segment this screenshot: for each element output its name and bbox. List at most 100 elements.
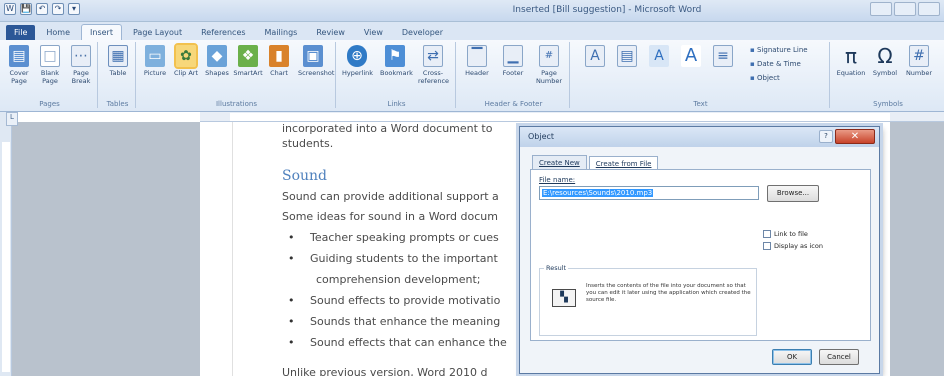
number-button[interactable]: # Number (904, 45, 934, 77)
close-window-button[interactable] (918, 2, 940, 16)
doc-bullet-item: Sounds that enhance the meaning (288, 315, 500, 328)
maximize-button[interactable] (894, 2, 916, 16)
footer-icon: ▁ (503, 45, 523, 67)
object-button[interactable]: Object (750, 74, 780, 82)
symbol-button[interactable]: Ω Symbol (870, 45, 900, 77)
table-icon: ▦ (108, 45, 128, 67)
vertical-ruler (0, 112, 12, 376)
minimize-button[interactable] (870, 2, 892, 16)
group-symbols: π Equation Ω Symbol # Number Symbols (834, 42, 942, 108)
picture-label: Picture (143, 69, 167, 77)
number-label: Number (905, 69, 933, 77)
smartart-label: SmartArt (233, 69, 263, 77)
page-number-button[interactable]: # Page Number (534, 45, 564, 85)
group-tables: ▦ Table Tables (100, 42, 136, 108)
signature-line-button[interactable]: Signature Line (750, 46, 808, 54)
file-name-input[interactable]: E:\resources\Sounds\2010.mp3 (539, 186, 759, 200)
tab-create-new[interactable]: Create New (532, 155, 587, 170)
bullet-text: Sound effects to provide motivatio (310, 294, 501, 307)
document-body[interactable]: incorporated into a Word document to stu… (282, 122, 542, 376)
file-name-label: File name: (539, 176, 576, 184)
tab-page-layout[interactable]: Page Layout (125, 25, 190, 40)
picture-icon: ▭ (145, 45, 165, 67)
tab-file[interactable]: File (6, 25, 36, 40)
chart-label: Chart (270, 69, 288, 77)
ribbon: ▤ Cover Page □ Blank Page ⋯ Page Break Page… (0, 40, 944, 112)
tab-view[interactable]: View (356, 25, 391, 40)
quick-parts-button[interactable]: ▤ (612, 45, 642, 69)
embedded-object-icon: ▚ (552, 289, 576, 307)
cover-page-icon: ▤ (9, 45, 29, 67)
symbol-label: Symbol (872, 69, 898, 77)
hyperlink-button[interactable]: ⊕ Hyperlink (342, 45, 373, 77)
cross-reference-icon: ⇄ (423, 45, 443, 67)
date-time-button[interactable]: Date & Time (750, 60, 801, 68)
cross-reference-button[interactable]: ⇄ Cross-reference (418, 45, 449, 85)
shapes-label: Shapes (205, 69, 229, 77)
smartart-button[interactable]: ❖ SmartArt (233, 45, 263, 77)
chart-icon: ▮ (269, 45, 289, 67)
equation-button[interactable]: π Equation (836, 45, 866, 77)
header-icon: ▔ (467, 45, 487, 67)
group-illustrations: ▭ Picture ✿ Clip Art ◆ Shapes ❖ SmartArt ▮ Ch… (138, 42, 336, 108)
bullet-text: Guiding students to the important (310, 252, 498, 265)
shapes-button[interactable]: ◆ Shapes (202, 45, 232, 77)
display-as-icon-checkbox[interactable]: Display as icon (763, 242, 823, 250)
drop-cap-button[interactable]: A (676, 45, 706, 69)
help-button[interactable]: ? (819, 130, 833, 143)
doc-bullet-item: Sound effects to provide motivatio (288, 294, 500, 307)
page-break-button[interactable]: ⋯ Page Break (66, 45, 96, 85)
group-symbols-label: Symbols (873, 100, 903, 108)
tab-home[interactable]: Home (38, 25, 78, 40)
page-number-label: Page Number (535, 69, 563, 85)
bookmark-button[interactable]: ⚑ Bookmark (380, 45, 413, 77)
blank-page-button[interactable]: □ Blank Page (35, 45, 65, 85)
doc-heading-sound: Sound (282, 168, 328, 184)
quick-parts-icon: ▤ (617, 45, 637, 67)
doc-text-line: comprehension development; (316, 273, 481, 286)
tab-mailings[interactable]: Mailings (257, 25, 306, 40)
text-box-icon: A (585, 45, 605, 67)
cancel-button[interactable]: Cancel (819, 349, 859, 365)
equation-label: Equation (836, 69, 866, 77)
header-button[interactable]: ▔ Header (462, 45, 492, 77)
dialog-close-button[interactable]: ✕ (835, 129, 875, 144)
group-links: ⊕ Hyperlink ⚑ Bookmark ⇄ Cross-reference Li… (338, 42, 456, 108)
group-pages: ▤ Cover Page □ Blank Page ⋯ Page Break Page… (2, 42, 98, 108)
doc-text-line: students. (282, 137, 334, 150)
horizontal-ruler[interactable] (200, 112, 944, 122)
result-label: Result (544, 264, 569, 272)
bookmark-label: Bookmark (380, 69, 413, 77)
picture-button[interactable]: ▭ Picture (140, 45, 170, 77)
tab-review[interactable]: Review (308, 25, 353, 40)
tab-insert[interactable]: Insert (81, 24, 122, 40)
clip-art-button[interactable]: ✿ Clip Art (171, 43, 201, 77)
group-header-footer-label: Header & Footer (484, 100, 543, 108)
chart-button[interactable]: ▮ Chart (264, 45, 294, 77)
clip-art-icon: ✿ (174, 43, 198, 69)
ok-button[interactable]: OK (772, 349, 812, 365)
result-description: Inserts the contents of the file into yo… (586, 283, 751, 303)
link-to-file-checkbox[interactable]: Link to file (763, 230, 808, 238)
create-from-file-panel: File name: E:\resources\Sounds\2010.mp3 … (530, 169, 871, 341)
table-label: Table (109, 69, 127, 77)
tab-developer[interactable]: Developer (394, 25, 451, 40)
text-box-button[interactable]: A (580, 45, 610, 69)
group-text: A ▤ A A ≡ Signature Line Date & Time Obj… (572, 42, 830, 108)
tab-references[interactable]: References (193, 25, 253, 40)
browse-button[interactable]: Browse... (767, 185, 819, 202)
table-button[interactable]: ▦ Table (103, 45, 133, 77)
group-text-label: Text (693, 100, 708, 108)
text-more-button[interactable]: ≡ (708, 45, 738, 69)
page-break-label: Page Break (71, 69, 91, 85)
footer-button[interactable]: ▁ Footer (498, 45, 528, 77)
object-dialog: Object ? ✕ Create New Create from File F… (519, 126, 880, 374)
shapes-icon: ◆ (207, 45, 227, 67)
cover-page-button[interactable]: ▤ Cover Page (4, 45, 34, 85)
doc-text-line: Unlike previous version, Word 2010 d (282, 366, 488, 376)
wordart-button[interactable]: A (644, 45, 674, 69)
doc-text-line: Sound can provide additional support a (282, 190, 499, 203)
screenshot-button[interactable]: ▣ Screenshot (298, 45, 334, 77)
tab-selector-button[interactable]: L (6, 112, 18, 126)
smartart-icon: ❖ (238, 45, 258, 67)
